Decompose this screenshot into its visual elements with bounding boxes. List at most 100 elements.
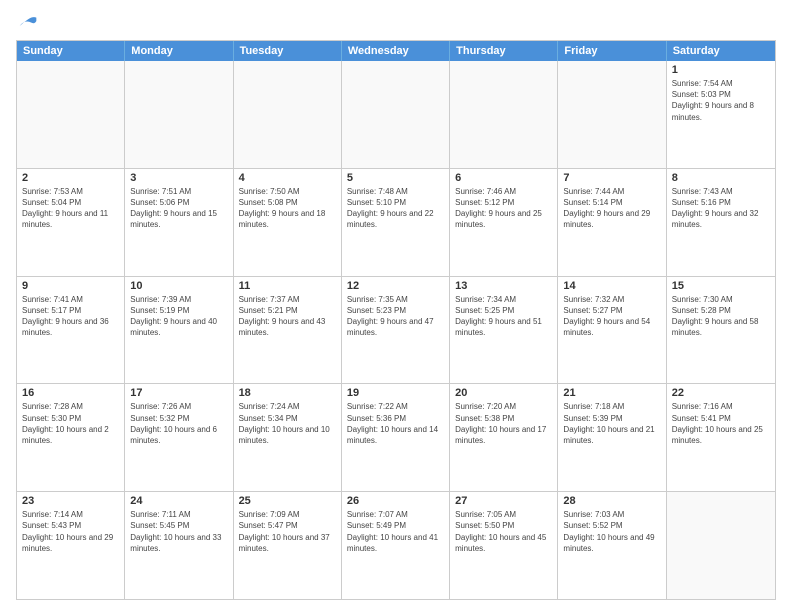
calendar-day-cell: 9 Sunrise: 7:41 AM Sunset: 5:17 PM Daylig… (17, 277, 125, 384)
day-info: Sunrise: 7:53 AM Sunset: 5:04 PM Dayligh… (22, 186, 119, 231)
day-number: 25 (239, 495, 336, 507)
day-number: 22 (672, 387, 770, 399)
day-number: 9 (22, 280, 119, 292)
calendar-header-cell: Saturday (667, 41, 775, 61)
calendar-day-cell (125, 61, 233, 168)
calendar-day-cell: 3 Sunrise: 7:51 AM Sunset: 5:06 PM Daylig… (125, 169, 233, 276)
calendar-day-cell: 17 Sunrise: 7:26 AM Sunset: 5:32 PM Dayli… (125, 384, 233, 491)
calendar-day-cell: 8 Sunrise: 7:43 AM Sunset: 5:16 PM Daylig… (667, 169, 775, 276)
calendar-day-cell (342, 61, 450, 168)
calendar-day-cell: 13 Sunrise: 7:34 AM Sunset: 5:25 PM Dayli… (450, 277, 558, 384)
calendar-day-cell (234, 61, 342, 168)
day-number: 3 (130, 172, 227, 184)
calendar-day-cell: 24 Sunrise: 7:11 AM Sunset: 5:45 PM Dayli… (125, 492, 233, 599)
calendar-week-row: 23 Sunrise: 7:14 AM Sunset: 5:43 PM Dayli… (17, 492, 775, 599)
calendar-day-cell: 21Sunrise: 7:18 AM Sunset: 5:39 PM Dayli… (558, 384, 666, 491)
day-info: Sunrise: 7:43 AM Sunset: 5:16 PM Dayligh… (672, 186, 770, 231)
day-info: Sunrise: 7:46 AM Sunset: 5:12 PM Dayligh… (455, 186, 552, 231)
day-info: Sunrise: 7:35 AM Sunset: 5:23 PM Dayligh… (347, 294, 444, 339)
calendar: SundayMondayTuesdayWednesdayThursdayFrid… (16, 40, 776, 600)
day-info: Sunrise: 7:50 AM Sunset: 5:08 PM Dayligh… (239, 186, 336, 231)
day-number: 11 (239, 280, 336, 292)
day-number: 7 (563, 172, 660, 184)
day-number: 4 (239, 172, 336, 184)
calendar-week-row: 1 Sunrise: 7:54 AM Sunset: 5:03 PM Daylig… (17, 61, 775, 169)
day-number: 6 (455, 172, 552, 184)
calendar-day-cell: 23 Sunrise: 7:14 AM Sunset: 5:43 PM Dayli… (17, 492, 125, 599)
calendar-day-cell: 20 Sunrise: 7:20 AM Sunset: 5:38 PM Dayli… (450, 384, 558, 491)
day-number: 2 (22, 172, 119, 184)
page: SundayMondayTuesdayWednesdayThursdayFrid… (0, 0, 792, 612)
calendar-day-cell: 27Sunrise: 7:05 AM Sunset: 5:50 PM Dayli… (450, 492, 558, 599)
calendar-day-cell (17, 61, 125, 168)
calendar-header-cell: Thursday (450, 41, 558, 61)
calendar-week-row: 16 Sunrise: 7:28 AM Sunset: 5:30 PM Dayli… (17, 384, 775, 492)
header (16, 12, 776, 32)
day-info: Sunrise: 7:34 AM Sunset: 5:25 PM Dayligh… (455, 294, 552, 339)
day-number: 14 (563, 280, 660, 292)
day-number: 28 (563, 495, 660, 507)
calendar-day-cell: 16 Sunrise: 7:28 AM Sunset: 5:30 PM Dayli… (17, 384, 125, 491)
calendar-day-cell: 22 Sunrise: 7:16 AM Sunset: 5:41 PM Dayli… (667, 384, 775, 491)
calendar-day-cell: 14 Sunrise: 7:32 AM Sunset: 5:27 PM Dayli… (558, 277, 666, 384)
day-info: Sunrise: 7:37 AM Sunset: 5:21 PM Dayligh… (239, 294, 336, 339)
calendar-header-cell: Tuesday (234, 41, 342, 61)
day-number: 15 (672, 280, 770, 292)
calendar-day-cell: 6 Sunrise: 7:46 AM Sunset: 5:12 PM Daylig… (450, 169, 558, 276)
day-info: Sunrise: 7:30 AM Sunset: 5:28 PM Dayligh… (672, 294, 770, 339)
calendar-day-cell: 12 Sunrise: 7:35 AM Sunset: 5:23 PM Dayli… (342, 277, 450, 384)
day-info: Sunrise: 7:44 AM Sunset: 5:14 PM Dayligh… (563, 186, 660, 231)
day-info: Sunrise: 7:26 AM Sunset: 5:32 PM Dayligh… (130, 401, 227, 446)
day-number: 21 (563, 387, 660, 399)
day-info: Sunrise: 7:39 AM Sunset: 5:19 PM Dayligh… (130, 294, 227, 339)
day-info: Sunrise: 7:05 AM Sunset: 5:50 PM Dayligh… (455, 509, 552, 554)
calendar-day-cell: 2 Sunrise: 7:53 AM Sunset: 5:04 PM Daylig… (17, 169, 125, 276)
day-number: 12 (347, 280, 444, 292)
day-info: Sunrise: 7:51 AM Sunset: 5:06 PM Dayligh… (130, 186, 227, 231)
day-info: Sunrise: 7:11 AM Sunset: 5:45 PM Dayligh… (130, 509, 227, 554)
day-info: Sunrise: 7:28 AM Sunset: 5:30 PM Dayligh… (22, 401, 119, 446)
calendar-day-cell (450, 61, 558, 168)
day-info: Sunrise: 7:41 AM Sunset: 5:17 PM Dayligh… (22, 294, 119, 339)
calendar-body: 1 Sunrise: 7:54 AM Sunset: 5:03 PM Daylig… (17, 61, 775, 599)
calendar-day-cell: 7 Sunrise: 7:44 AM Sunset: 5:14 PM Daylig… (558, 169, 666, 276)
day-number: 24 (130, 495, 227, 507)
day-info: Sunrise: 7:07 AM Sunset: 5:49 PM Dayligh… (347, 509, 444, 554)
logo-icon (18, 16, 38, 36)
calendar-day-cell: 10 Sunrise: 7:39 AM Sunset: 5:19 PM Dayli… (125, 277, 233, 384)
calendar-day-cell: 26 Sunrise: 7:07 AM Sunset: 5:49 PM Dayli… (342, 492, 450, 599)
calendar-day-cell (558, 61, 666, 168)
day-number: 17 (130, 387, 227, 399)
day-number: 1 (672, 64, 770, 76)
day-number: 5 (347, 172, 444, 184)
day-number: 23 (22, 495, 119, 507)
day-info: Sunrise: 7:16 AM Sunset: 5:41 PM Dayligh… (672, 401, 770, 446)
calendar-header-cell: Sunday (17, 41, 125, 61)
calendar-day-cell: 15 Sunrise: 7:30 AM Sunset: 5:28 PM Dayli… (667, 277, 775, 384)
day-info: Sunrise: 7:14 AM Sunset: 5:43 PM Dayligh… (22, 509, 119, 554)
calendar-day-cell: 5Sunrise: 7:48 AM Sunset: 5:10 PM Daylig… (342, 169, 450, 276)
day-info: Sunrise: 7:54 AM Sunset: 5:03 PM Dayligh… (672, 78, 770, 123)
day-number: 8 (672, 172, 770, 184)
day-number: 16 (22, 387, 119, 399)
day-number: 19 (347, 387, 444, 399)
day-number: 26 (347, 495, 444, 507)
day-number: 20 (455, 387, 552, 399)
day-info: Sunrise: 7:03 AM Sunset: 5:52 PM Dayligh… (563, 509, 660, 554)
day-info: Sunrise: 7:24 AM Sunset: 5:34 PM Dayligh… (239, 401, 336, 446)
calendar-day-cell (667, 492, 775, 599)
day-number: 10 (130, 280, 227, 292)
day-info: Sunrise: 7:20 AM Sunset: 5:38 PM Dayligh… (455, 401, 552, 446)
calendar-day-cell: 28 Sunrise: 7:03 AM Sunset: 5:52 PM Dayli… (558, 492, 666, 599)
calendar-header-cell: Friday (558, 41, 666, 61)
calendar-day-cell: 19Sunrise: 7:22 AM Sunset: 5:36 PM Dayli… (342, 384, 450, 491)
day-number: 13 (455, 280, 552, 292)
calendar-week-row: 2 Sunrise: 7:53 AM Sunset: 5:04 PM Daylig… (17, 169, 775, 277)
calendar-day-cell: 11 Sunrise: 7:37 AM Sunset: 5:21 PM Dayli… (234, 277, 342, 384)
day-number: 18 (239, 387, 336, 399)
calendar-header-row: SundayMondayTuesdayWednesdayThursdayFrid… (17, 41, 775, 61)
calendar-day-cell: 4 Sunrise: 7:50 AM Sunset: 5:08 PM Daylig… (234, 169, 342, 276)
calendar-day-cell: 18 Sunrise: 7:24 AM Sunset: 5:34 PM Dayli… (234, 384, 342, 491)
day-info: Sunrise: 7:32 AM Sunset: 5:27 PM Dayligh… (563, 294, 660, 339)
calendar-week-row: 9 Sunrise: 7:41 AM Sunset: 5:17 PM Daylig… (17, 277, 775, 385)
